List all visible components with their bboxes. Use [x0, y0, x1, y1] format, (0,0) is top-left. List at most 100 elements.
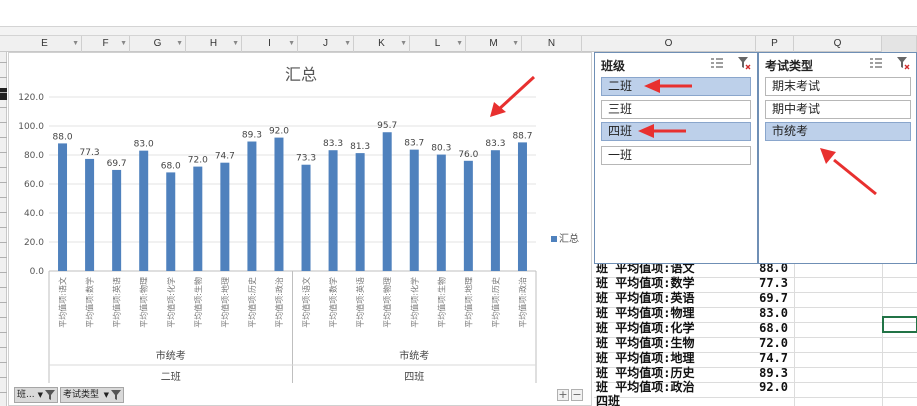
- x-tick-label: 平均值项:物理: [139, 277, 149, 328]
- y-tick-label: 100.0: [18, 122, 44, 132]
- slicer-title: 考试类型: [765, 59, 814, 73]
- row-divider: [0, 362, 7, 363]
- formula-bar[interactable]: [0, 26, 917, 36]
- column-header-r[interactable]: [882, 36, 917, 52]
- multi-select-icon[interactable]: [869, 56, 883, 70]
- column-header-n[interactable]: N: [522, 36, 582, 52]
- chevron-down-icon: ▼: [288, 40, 295, 47]
- annotation-arrow-class-4: [638, 124, 686, 138]
- table-row[interactable]: 班 平均值项:历史 89.3: [594, 367, 794, 379]
- active-row-marker: [0, 88, 7, 100]
- x-tick-label: 平均值项:语文: [58, 277, 68, 328]
- x-tick-label: 平均值项:生物: [436, 277, 446, 328]
- x-tick-label: 平均值项:数学: [328, 277, 338, 328]
- ribbon-area: [0, 0, 917, 26]
- slicer-item-midterm-exam[interactable]: 期中考试: [765, 100, 911, 119]
- row-divider: [0, 182, 7, 183]
- table-row[interactable]: 班 平均值项:政治 92.0: [594, 381, 794, 393]
- x-tick-label: 平均值项:英语: [355, 277, 365, 328]
- filter-icon: [111, 390, 121, 400]
- table-row[interactable]: 班 平均值项:生物 72.0: [594, 337, 794, 349]
- row-divider: [0, 77, 7, 78]
- slicer-item-final-exam[interactable]: 期末考试: [765, 77, 911, 96]
- column-header-o[interactable]: O: [582, 36, 756, 52]
- y-tick-label: 80.0: [24, 151, 44, 161]
- data-label: 89.3: [242, 131, 262, 141]
- annotation-arrow-class-2: [644, 79, 692, 93]
- chart-legend[interactable]: 汇总: [551, 230, 579, 245]
- x-tick-label: 平均值项:语文: [301, 277, 311, 328]
- bar: [517, 142, 527, 271]
- table-row[interactable]: 班 平均值项:化学 68.0: [594, 322, 794, 334]
- column-header-p[interactable]: P: [756, 36, 794, 52]
- bar: [409, 149, 419, 271]
- slicer-item-class-3[interactable]: 三班: [601, 100, 751, 119]
- row-divider: [0, 152, 7, 153]
- x-tick-label: 平均值项:生物: [193, 277, 203, 328]
- row-divider: [0, 347, 7, 348]
- x-tick-label: 平均值项:英语: [112, 277, 122, 328]
- bar: [220, 162, 230, 271]
- column-header-g[interactable]: G ▼: [130, 36, 186, 52]
- filter-icon: [45, 390, 55, 400]
- slicer-item-city-exam[interactable]: 市统考: [765, 122, 911, 141]
- column-header-f[interactable]: F ▼: [82, 36, 130, 52]
- collapse-field-button[interactable]: −: [571, 389, 583, 401]
- clear-filter-icon[interactable]: [896, 56, 910, 70]
- column-header-q[interactable]: Q: [794, 36, 882, 52]
- clear-filter-icon[interactable]: [737, 56, 751, 70]
- table-row[interactable]: 班 平均值项:物理 83.0: [594, 307, 794, 319]
- bar: [247, 141, 257, 271]
- table-row[interactable]: 班 平均值项:数学 77.3: [594, 277, 794, 289]
- class-group-label: 四班: [404, 371, 424, 383]
- exam-type-field-button[interactable]: 考试类型 ▼: [60, 387, 124, 403]
- slicer-item-class-1[interactable]: 一班: [601, 146, 751, 165]
- x-tick-label: 平均值项:化学: [166, 277, 176, 328]
- data-label: 83.0: [134, 140, 154, 150]
- bar: [193, 166, 203, 271]
- row-divider: [0, 197, 7, 198]
- table-row[interactable]: 班 平均值项:英语 69.7: [594, 292, 794, 304]
- chevron-down-icon: ▼: [456, 40, 463, 47]
- bar: [382, 132, 392, 271]
- exam-group-label: 市统考: [156, 349, 186, 362]
- column-header-i[interactable]: I ▼: [242, 36, 298, 52]
- chevron-down-icon: ▼: [103, 391, 109, 399]
- class-field-button[interactable]: 班... ▼: [14, 387, 58, 403]
- column-header-m[interactable]: M ▼: [466, 36, 522, 52]
- column-header-e[interactable]: E ▼: [8, 36, 82, 52]
- data-label: 73.3: [296, 154, 316, 164]
- bar: [490, 150, 500, 271]
- x-tick-label: 平均值项:历史: [247, 277, 257, 328]
- annotation-arrow-chart: [490, 75, 536, 117]
- bar: [463, 160, 473, 271]
- selected-cell[interactable]: [882, 316, 917, 333]
- table-row-group-header[interactable]: 四班: [594, 395, 794, 406]
- bar: [274, 137, 284, 271]
- y-tick-label: 60.0: [24, 180, 44, 190]
- legend-label: 汇总: [559, 234, 579, 245]
- data-label: 80.3: [431, 144, 451, 154]
- table-row[interactable]: 班 平均值项:地理 74.7: [594, 352, 794, 364]
- data-label: 69.7: [107, 159, 127, 169]
- row-divider: [0, 212, 7, 213]
- expand-field-button[interactable]: +: [557, 389, 569, 401]
- column-header-l[interactable]: L ▼: [410, 36, 466, 52]
- bar: [355, 153, 365, 271]
- bar: [139, 150, 149, 271]
- row-divider: [0, 317, 7, 318]
- column-header-k[interactable]: K ▼: [354, 36, 410, 52]
- chevron-down-icon: ▼: [344, 40, 351, 47]
- field-button-label: 考试类型: [63, 390, 100, 400]
- row-divider: [0, 332, 7, 333]
- chevron-down-icon: ▼: [400, 40, 407, 47]
- data-label: 72.0: [188, 156, 208, 166]
- row-divider: [0, 92, 7, 93]
- x-tick-label: 平均值项:政治: [517, 277, 527, 328]
- column-header-h[interactable]: H ▼: [186, 36, 242, 52]
- y-tick-label: 40.0: [24, 209, 44, 219]
- grid-column-line: [794, 262, 795, 406]
- column-header-j[interactable]: J ▼: [298, 36, 354, 52]
- x-tick-label: 平均值项:历史: [490, 277, 500, 328]
- multi-select-icon[interactable]: [710, 56, 724, 70]
